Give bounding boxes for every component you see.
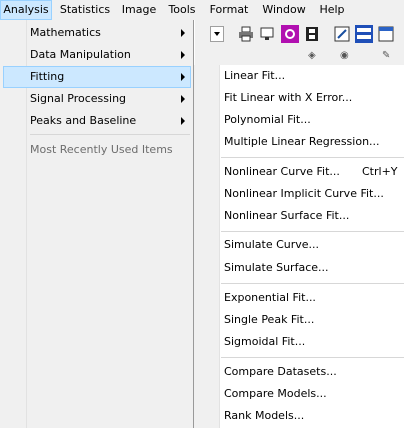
analysis-menu: Mathematics Data Manipulation Fitting Si… (0, 20, 194, 428)
menu-item-label: Exponential Fit... (224, 291, 316, 304)
menu-item-nonlinear-implicit-curve-fit[interactable]: Nonlinear Implicit Curve Fit... (194, 183, 404, 205)
menu-item-label: Signal Processing (30, 92, 127, 105)
menu-item-simulate-surface[interactable]: Simulate Surface... (194, 257, 404, 279)
menu-separator (221, 357, 404, 358)
menu-item-label: Most Recently Used Items (30, 143, 173, 156)
menu-item-simulate-curve[interactable]: Simulate Curve... (194, 234, 404, 256)
menu-item-nonlinear-surface-fit[interactable]: Nonlinear Surface Fit... (194, 205, 404, 227)
menu-item-label: Multiple Linear Regression... (224, 135, 380, 148)
pen-icon[interactable]: ✎ (382, 50, 390, 61)
menu-tools[interactable]: Tools (166, 0, 198, 20)
menu-help[interactable]: Help (317, 0, 347, 20)
menu-separator (221, 283, 404, 284)
menu-item-linear-fit[interactable]: Linear Fit... (194, 65, 404, 87)
export-icon[interactable] (258, 24, 278, 44)
menu-item-peaks-and-baseline[interactable]: Peaks and Baseline (3, 110, 191, 132)
menu-item-fit-linear-x-error[interactable]: Fit Linear with X Error... (194, 87, 404, 109)
layout-icon[interactable] (354, 24, 374, 44)
menu-item-signal-processing[interactable]: Signal Processing (3, 88, 191, 110)
menu-item-nonlinear-curve-fit[interactable]: Nonlinear Curve Fit... Ctrl+Y (194, 161, 404, 183)
film-icon[interactable] (302, 24, 322, 44)
submenu-arrow-icon (181, 29, 185, 37)
menu-item-label: Compare Datasets... (224, 365, 337, 378)
submenu-arrow-icon (181, 95, 185, 103)
menu-item-label: Sigmoidal Fit... (224, 335, 306, 348)
record-icon[interactable] (280, 24, 300, 44)
menu-item-label: Compare Models... (224, 387, 327, 400)
menu-item-label: Linear Fit... (224, 69, 286, 82)
menu-item-label: Nonlinear Surface Fit... (224, 209, 350, 222)
menu-item-most-recently-used: Most Recently Used Items (3, 139, 191, 161)
submenu-arrow-icon (181, 51, 185, 59)
menu-window[interactable]: Window (259, 0, 309, 20)
menu-statistics[interactable]: Statistics (59, 0, 111, 20)
pattern-icon[interactable]: ◉ (340, 50, 349, 61)
menu-item-compare-datasets[interactable]: Compare Datasets... (194, 361, 404, 383)
submenu-arrow-icon (181, 117, 185, 125)
menu-item-shortcut: Ctrl+Y (362, 165, 398, 178)
menu-item-fitting[interactable]: Fitting (3, 66, 191, 88)
toolbar-row-2: ◈ ◉ ✎ (300, 50, 404, 64)
menu-item-data-manipulation[interactable]: Data Manipulation (3, 44, 191, 66)
menu-item-label: Nonlinear Implicit Curve Fit... (224, 187, 384, 200)
paint-bucket-icon[interactable]: ◈ (308, 50, 316, 61)
menu-item-multiple-linear-regression[interactable]: Multiple Linear Regression... (194, 131, 404, 153)
menu-item-label: Simulate Surface... (224, 261, 329, 274)
submenu-arrow-icon (181, 73, 185, 81)
fitting-submenu: Linear Fit... Fit Linear with X Error...… (194, 65, 404, 428)
menu-item-label: Nonlinear Curve Fit... (224, 165, 340, 178)
menu-item-label: Fit Linear with X Error... (224, 91, 353, 104)
menu-format[interactable]: Format (208, 0, 250, 20)
print-icon[interactable] (236, 24, 256, 44)
menu-separator (30, 134, 190, 135)
menubar: Analysis Statistics Image Tools Format W… (0, 0, 404, 20)
toolbar-dropdown[interactable] (210, 26, 224, 42)
menu-image[interactable]: Image (121, 0, 157, 20)
menu-analysis[interactable]: Analysis (0, 0, 52, 20)
menu-item-rank-models[interactable]: Rank Models... (194, 405, 404, 427)
edit-icon[interactable] (332, 24, 352, 44)
menu-separator (221, 231, 404, 232)
menu-item-label: Data Manipulation (30, 48, 131, 61)
menu-item-sigmoidal-fit[interactable]: Sigmoidal Fit... (194, 331, 404, 353)
menu-item-label: Fitting (30, 70, 65, 83)
menu-item-label: Mathematics (30, 26, 101, 39)
menu-item-label: Polynomial Fit... (224, 113, 311, 126)
menu-item-polynomial-fit[interactable]: Polynomial Fit... (194, 109, 404, 131)
window-icon[interactable] (376, 24, 396, 44)
menu-item-label: Simulate Curve... (224, 238, 320, 251)
menu-item-compare-models[interactable]: Compare Models... (194, 383, 404, 405)
menu-separator (221, 157, 404, 158)
menu-item-label: Rank Models... (224, 409, 305, 422)
menu-item-single-peak-fit[interactable]: Single Peak Fit... (194, 309, 404, 331)
menu-item-label: Peaks and Baseline (30, 114, 137, 127)
menu-item-mathematics[interactable]: Mathematics (3, 22, 191, 44)
menu-item-label: Single Peak Fit... (224, 313, 315, 326)
menu-item-exponential-fit[interactable]: Exponential Fit... (194, 287, 404, 309)
